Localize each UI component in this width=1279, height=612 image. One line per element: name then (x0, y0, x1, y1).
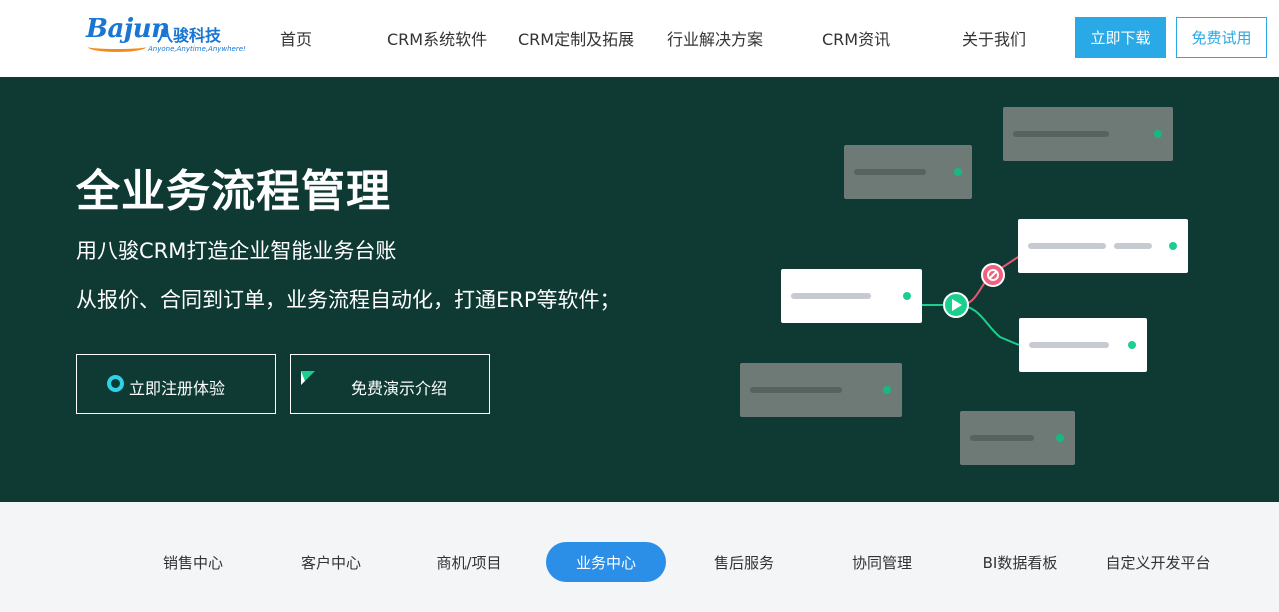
muted-card (844, 145, 972, 199)
free-demo-button[interactable]: 免费演示介绍 (290, 354, 490, 414)
connector-line (922, 256, 1019, 306)
hero-subtitle-2: 从报价、合同到订单，业务流程自动化，打通ERP等软件； (76, 288, 621, 312)
muted-card (960, 411, 1075, 465)
logo-swoosh-icon (88, 42, 146, 52)
tab-collaboration[interactable]: 协同管理 (822, 542, 942, 582)
nav-home[interactable]: 首页 (280, 26, 312, 50)
tab-custom-dev-platform[interactable]: 自定义开发平台 (1098, 542, 1218, 582)
tab-after-sales[interactable]: 售后服务 (684, 542, 804, 582)
tab-opportunity-project[interactable]: 商机/项目 (409, 542, 529, 582)
tab-customer-center[interactable]: 客户中心 (271, 542, 391, 582)
download-button[interactable]: 立即下载 (1075, 17, 1166, 58)
muted-card (740, 363, 902, 417)
workflow-card (1019, 318, 1147, 372)
muted-card (1003, 107, 1173, 161)
nav-crm-custom[interactable]: CRM定制及拓展 (518, 26, 634, 50)
blocked-icon (981, 263, 1005, 287)
nav-about-us[interactable]: 关于我们 (962, 26, 1026, 50)
hero-subtitle-1: 用八骏CRM打造企业智能业务台账 (76, 239, 397, 263)
brand-logo[interactable]: Bajun 八骏科技 Anyone,Anytime,Anywhere! (86, 14, 246, 58)
logo-cn-name: 八骏科技 (157, 26, 222, 45)
logo-slogan: Anyone,Anytime,Anywhere! (148, 45, 246, 53)
flag-icon (301, 371, 315, 385)
tab-sales-center[interactable]: 销售中心 (133, 542, 253, 582)
workflow-card (1018, 219, 1188, 273)
register-trial-button[interactable]: 立即注册体验 (76, 354, 276, 414)
hero-title: 全业务流程管理 (76, 166, 391, 217)
workflow-card (781, 269, 922, 323)
register-trial-label: 立即注册体验 (129, 379, 226, 398)
free-demo-label: 免费演示介绍 (351, 379, 448, 398)
hero-banner: 全业务流程管理 用八骏CRM打造企业智能业务台账 从报价、合同到订单，业务流程自… (0, 77, 1279, 502)
nav-crm-news[interactable]: CRM资讯 (822, 26, 890, 50)
tab-bi-dashboard[interactable]: BI数据看板 (960, 542, 1080, 582)
nav-crm-software[interactable]: CRM系统软件 (387, 26, 487, 50)
feature-tabs: 销售中心 客户中心 商机/项目 业务中心 售后服务 协同管理 BI数据看板 自定… (0, 502, 1279, 612)
nav-industry-solutions[interactable]: 行业解决方案 (667, 26, 763, 50)
free-trial-button[interactable]: 免费试用 (1176, 17, 1267, 58)
site-header: Bajun 八骏科技 Anyone,Anytime,Anywhere! 首页 C… (0, 0, 1279, 77)
workflow-illustration (740, 107, 1188, 465)
tab-business-center[interactable]: 业务中心 (546, 542, 666, 582)
play-icon (943, 292, 969, 318)
ring-dot-icon (107, 375, 124, 392)
